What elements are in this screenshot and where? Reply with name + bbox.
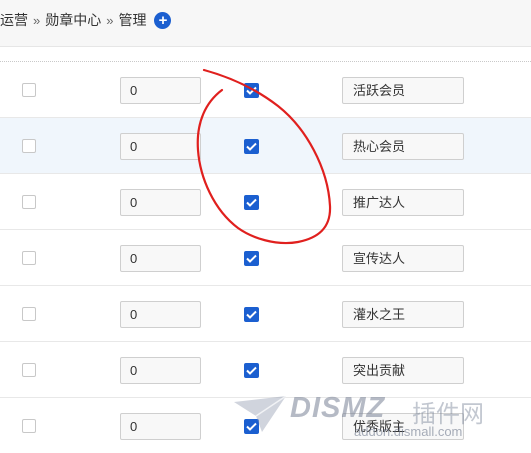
available-checkbox[interactable] [244, 139, 259, 154]
display-order-input[interactable]: 0 [120, 189, 201, 216]
medal-name-input[interactable]: 活跃会员 [342, 77, 464, 104]
table-row: 0 优秀版主 [0, 398, 531, 453]
table-row: 0 灌水之王 [0, 286, 531, 342]
select-row-checkbox[interactable] [22, 363, 36, 377]
display-order-input[interactable]: 0 [120, 77, 201, 104]
select-row-checkbox[interactable] [22, 83, 36, 97]
display-order-input[interactable]: 0 [120, 245, 201, 272]
display-order-input[interactable]: 0 [120, 133, 201, 160]
checkmark-icon [246, 366, 257, 375]
table-row: 0 宣传达人 [0, 230, 531, 286]
checkmark-icon [246, 254, 257, 263]
table-row: 0 热心会员 [0, 118, 531, 174]
medal-name-input[interactable]: 宣传达人 [342, 245, 464, 272]
table-header-divider [0, 47, 531, 62]
available-checkbox[interactable] [244, 251, 259, 266]
available-checkbox[interactable] [244, 307, 259, 322]
select-row-checkbox[interactable] [22, 195, 36, 209]
medal-name-input[interactable]: 优秀版主 [342, 413, 464, 440]
display-order-input[interactable]: 0 [120, 357, 201, 384]
checkmark-icon [246, 142, 257, 151]
breadcrumb-item-operations[interactable]: 运营 [0, 10, 28, 30]
table-row: 0 突出贡献 [0, 342, 531, 398]
medal-table: 0 活跃会员 0 热心会员 0 推广达人 0 宣传达人 0 灌水之王 0 突出贡… [0, 62, 531, 453]
breadcrumb-item-medal-center[interactable]: 勋章中心 [45, 10, 101, 30]
available-checkbox[interactable] [244, 419, 259, 434]
select-row-checkbox[interactable] [22, 139, 36, 153]
select-row-checkbox[interactable] [22, 419, 36, 433]
display-order-input[interactable]: 0 [120, 413, 201, 440]
checkmark-icon [246, 310, 257, 319]
breadcrumb-item-manage: 管理 [118, 12, 147, 28]
breadcrumb: 运营 » 勋章中心 » 管理 + [0, 10, 172, 30]
breadcrumb-separator: » [106, 12, 114, 28]
table-row: 0 活跃会员 [0, 62, 531, 118]
select-row-checkbox[interactable] [22, 251, 36, 265]
medal-name-input[interactable]: 热心会员 [342, 133, 464, 160]
checkmark-icon [246, 198, 257, 207]
available-checkbox[interactable] [244, 83, 259, 98]
plus-circle-icon[interactable]: + [154, 11, 172, 29]
checkmark-icon [246, 422, 257, 431]
medal-name-input[interactable]: 突出贡献 [342, 357, 464, 384]
medal-name-input[interactable]: 灌水之王 [342, 301, 464, 328]
top-bar: 运营 » 勋章中心 » 管理 + [0, 0, 531, 47]
table-row: 0 推广达人 [0, 174, 531, 230]
available-checkbox[interactable] [244, 363, 259, 378]
available-checkbox[interactable] [244, 195, 259, 210]
medal-management-page: 运营 » 勋章中心 » 管理 + 0 活跃会员 0 热心会员 0 推广达人 0 … [0, 0, 531, 453]
breadcrumb-separator: » [33, 12, 41, 28]
checkmark-icon [246, 86, 257, 95]
select-row-checkbox[interactable] [22, 307, 36, 321]
display-order-input[interactable]: 0 [120, 301, 201, 328]
medal-name-input[interactable]: 推广达人 [342, 189, 464, 216]
